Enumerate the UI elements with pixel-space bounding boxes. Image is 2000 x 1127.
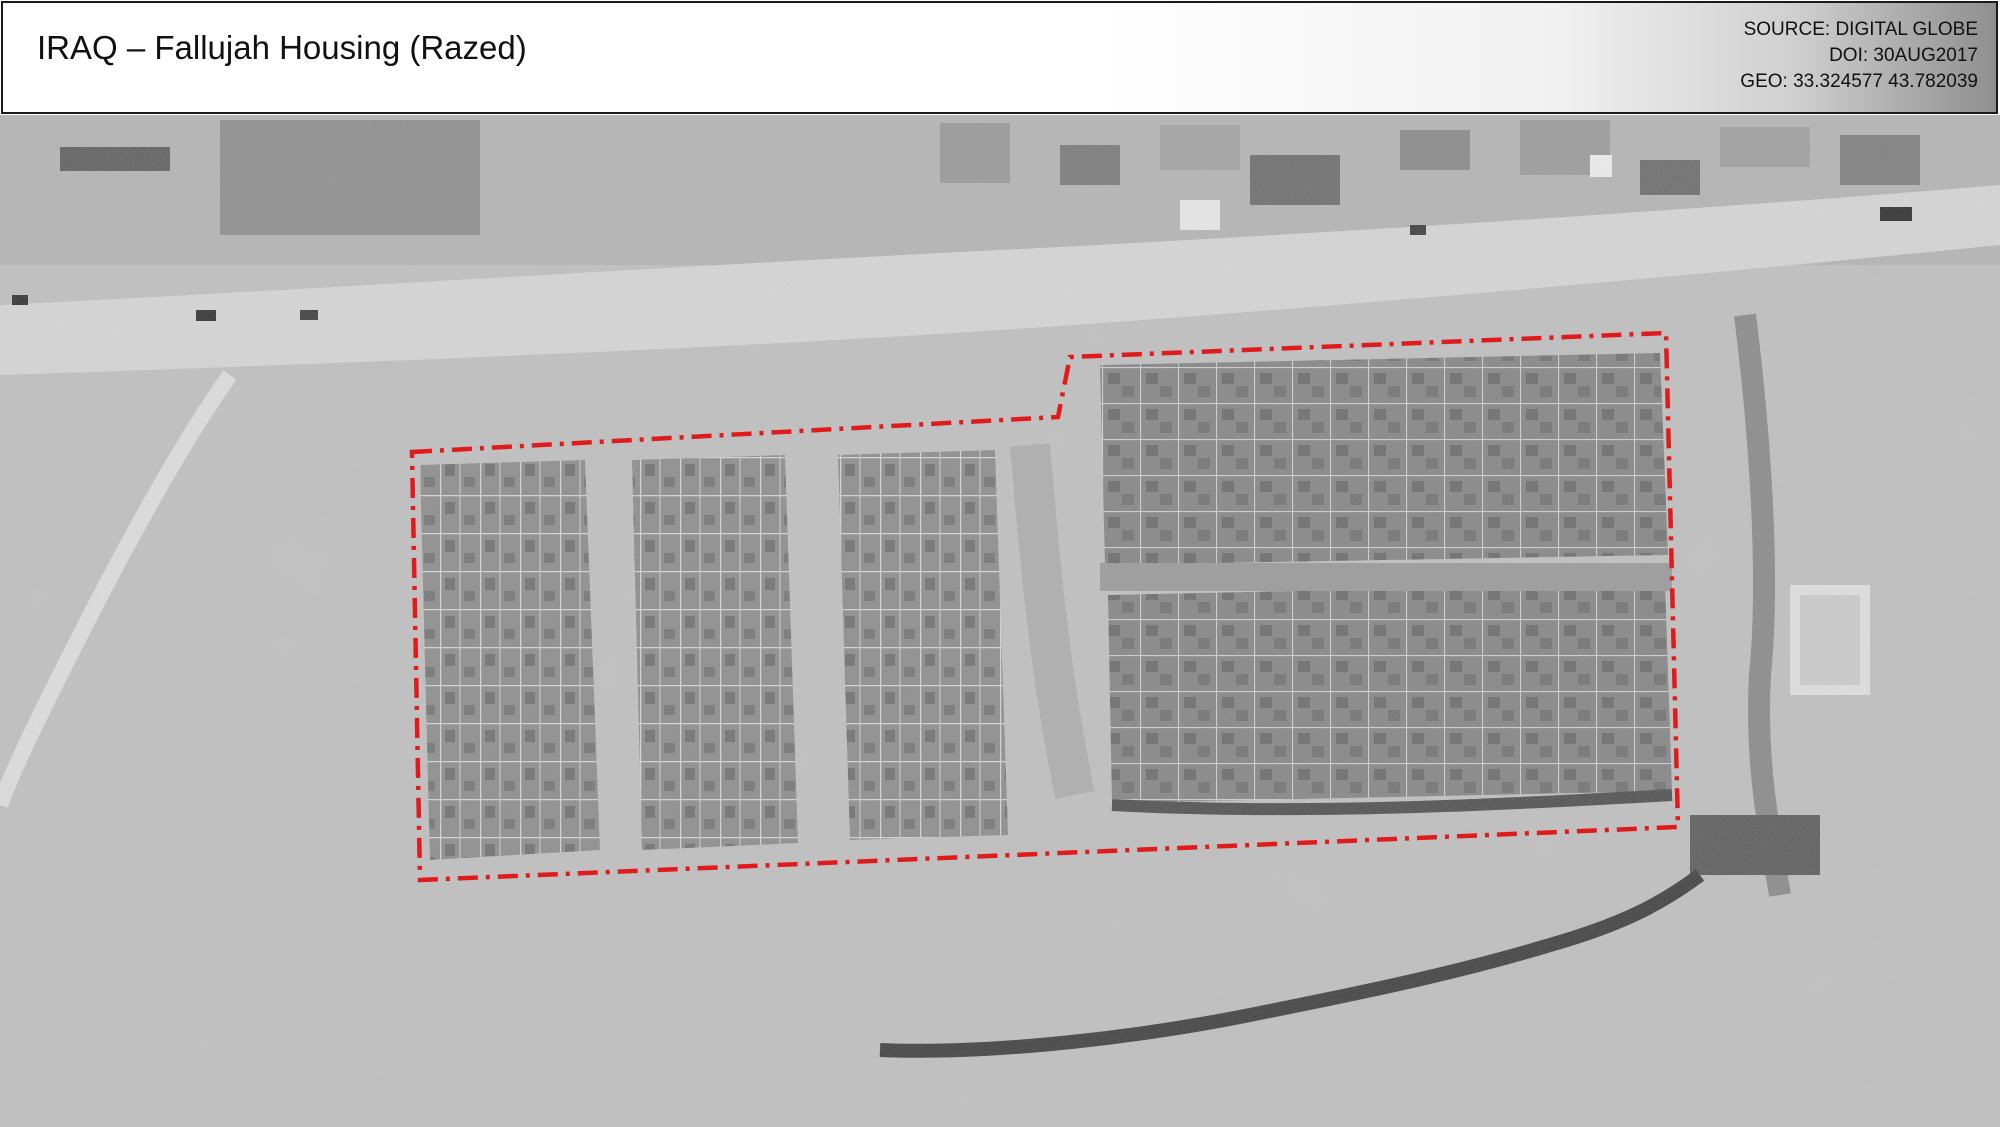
date-of-imagery-label: DOI: 30AUG2017 — [1829, 45, 1978, 66]
source-label: SOURCE: DIGITAL GLOBE — [1743, 19, 1978, 40]
satellite-image — [0, 115, 2000, 1127]
page-title: IRAQ – Fallujah Housing (Razed) — [37, 29, 527, 66]
image-metadata: SOURCE: DIGITAL GLOBE DOI: 30AUG2017 GEO… — [1740, 17, 1978, 95]
geo-coordinates-label: GEO: 33.324577 43.782039 — [1740, 71, 1978, 92]
slide: IRAQ – Fallujah Housing (Razed) SOURCE: … — [0, 0, 2000, 1127]
header-banner: IRAQ – Fallujah Housing (Razed) SOURCE: … — [1, 1, 1998, 114]
